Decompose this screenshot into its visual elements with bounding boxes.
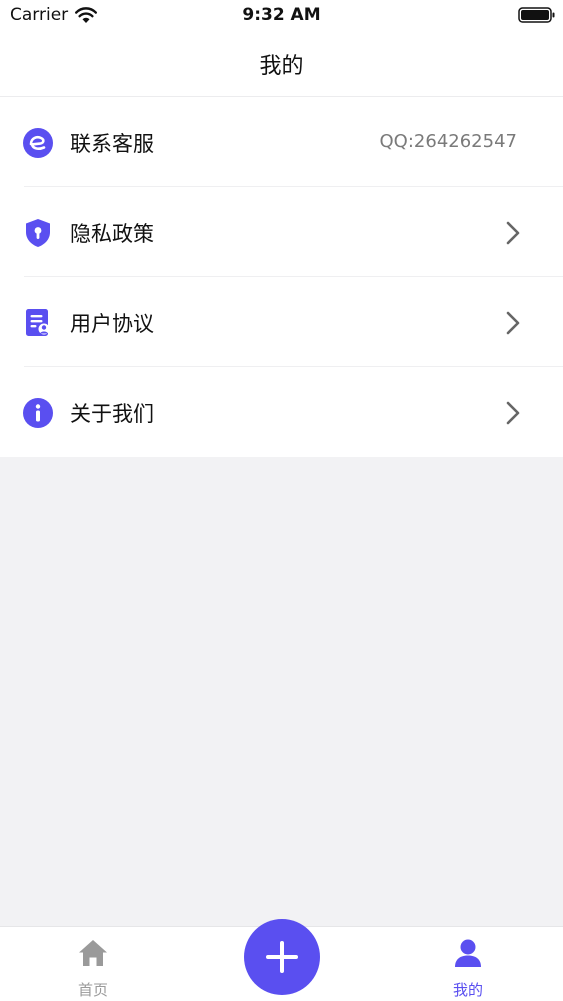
clock: 9:32 AM [242, 5, 321, 25]
tab-label: 我的 [452, 981, 483, 999]
settings-menu: 联系客服 QQ:264262547 隐私政策 用户协议 关于我们 [0, 97, 563, 457]
page-title: 我的 [259, 54, 304, 79]
chevron-right-icon [506, 221, 520, 245]
home-icon [79, 940, 107, 966]
service-icon [23, 128, 53, 158]
menu-item-label: 隐私政策 [70, 222, 154, 246]
menu-item-label: 用户协议 [70, 312, 154, 336]
document-user-icon [26, 309, 50, 336]
menu-item-about-us[interactable]: 关于我们 [0, 367, 563, 457]
qq-number: QQ:264262547 [379, 131, 517, 152]
tab-mine[interactable]: 我的 [408, 927, 528, 1001]
menu-item-label: 关于我们 [70, 402, 154, 426]
tab-label: 首页 [77, 981, 108, 999]
info-icon [23, 398, 53, 428]
status-bar: Carrier 9:32 AM [0, 0, 563, 32]
menu-item-label: 联系客服 [70, 132, 154, 156]
menu-item-contact-service[interactable]: 联系客服 QQ:264262547 [0, 97, 563, 187]
menu-item-user-agreement[interactable]: 用户协议 [0, 277, 563, 367]
battery-icon [518, 7, 555, 23]
shield-lock-icon [26, 219, 50, 247]
add-button[interactable] [244, 919, 320, 995]
menu-item-privacy-policy[interactable]: 隐私政策 [0, 187, 563, 277]
chevron-right-icon [506, 401, 520, 425]
navigation-bar: 我的 [0, 32, 563, 97]
tab-home[interactable]: 首页 [33, 927, 153, 1001]
chevron-right-icon [506, 311, 520, 335]
user-icon [455, 939, 481, 967]
plus-icon [266, 941, 298, 973]
